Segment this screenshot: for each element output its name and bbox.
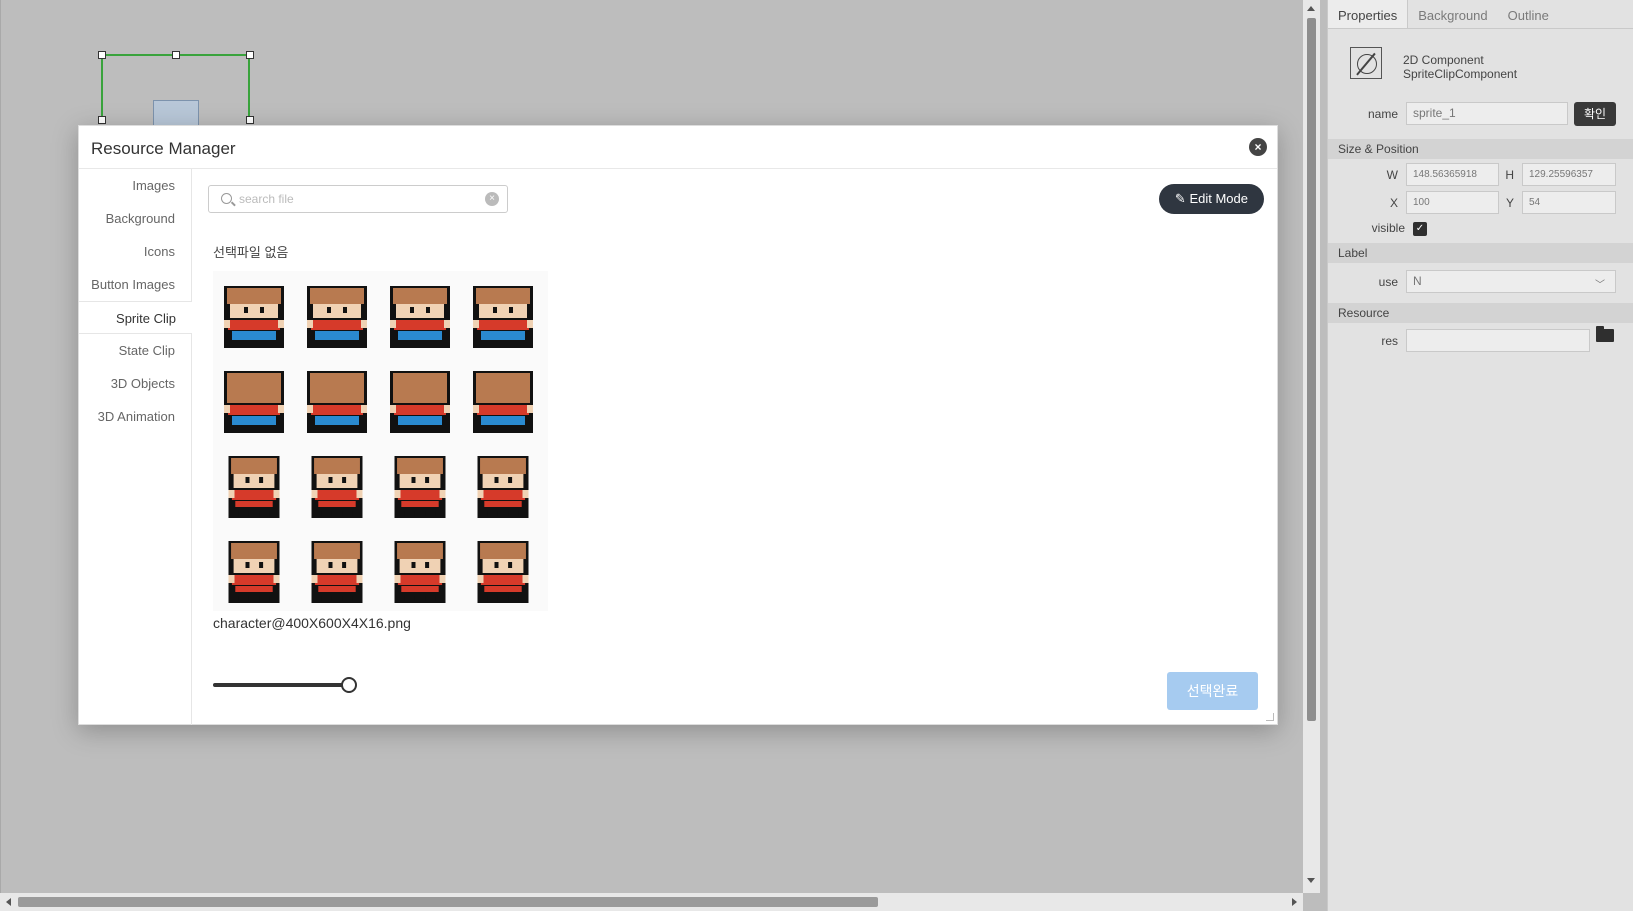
vertical-scrollbar[interactable] <box>1303 0 1320 893</box>
res-label: res <box>1381 334 1398 348</box>
section-resource: Resource <box>1328 303 1633 323</box>
category-sprite-clip[interactable]: Sprite Clip <box>79 301 192 334</box>
sprite-frame <box>394 541 446 603</box>
section-size-position: Size & Position <box>1328 139 1633 159</box>
sprite-frame <box>224 371 284 433</box>
sprite-frame <box>307 371 367 433</box>
category-button-images[interactable]: Button Images <box>79 268 191 301</box>
sprite-frame <box>311 541 363 603</box>
position-row: X 100 Y 54 <box>1328 191 1633 219</box>
height-field[interactable]: 129.25596357 <box>1522 163 1616 186</box>
select-done-button[interactable]: 선택완료 <box>1167 672 1258 710</box>
category-3d-objects[interactable]: 3D Objects <box>79 367 191 400</box>
panel-tabs: Properties Background Outline <box>1328 0 1633 29</box>
resize-handle-top[interactable] <box>172 51 180 59</box>
horizontal-scroll-thumb[interactable] <box>18 897 878 907</box>
sprite-component-icon <box>1350 47 1382 79</box>
sprite-frame <box>394 456 446 518</box>
category-icons[interactable]: Icons <box>79 235 191 268</box>
scroll-down-icon[interactable] <box>1307 878 1315 883</box>
size-row: W 148.56365918 H 129.25596357 <box>1328 163 1633 191</box>
tab-properties[interactable]: Properties <box>1328 0 1409 28</box>
resize-handle-left[interactable] <box>98 116 106 124</box>
sprite-frame <box>473 286 533 348</box>
sprite-frame <box>390 286 450 348</box>
sprite-frame <box>390 371 450 433</box>
selection-status: 선택파일 없음 <box>213 245 289 260</box>
dialog-header: Resource Manager × <box>79 126 1277 169</box>
name-label: name <box>1367 107 1398 121</box>
name-row: name sprite_1 확인 <box>1328 99 1633 139</box>
sprite-frame <box>307 286 367 348</box>
zoom-slider-knob[interactable] <box>341 677 357 693</box>
width-field[interactable]: 148.56365918 <box>1406 163 1499 186</box>
use-row: use N ﹀ <box>1328 263 1633 303</box>
pencil-icon: ✎ <box>1174 191 1186 206</box>
close-icon[interactable]: × <box>1249 138 1267 156</box>
sprite-frame <box>228 541 280 603</box>
category-background[interactable]: Background <box>79 202 191 235</box>
zoom-slider-track[interactable] <box>213 683 348 687</box>
file-name: character@400X600X4X16.png <box>213 615 411 631</box>
properties-panel: Properties Background Outline 2D Compone… <box>1327 0 1633 911</box>
visible-row: visible ✓ <box>1328 219 1633 243</box>
vertical-scroll-thumb[interactable] <box>1307 18 1316 721</box>
x-field[interactable]: 100 <box>1406 191 1499 214</box>
y-label: Y <box>1505 196 1514 210</box>
chevron-down-icon: ﹀ <box>1595 280 1605 291</box>
tab-background[interactable]: Background <box>1408 0 1497 28</box>
section-label: Label <box>1328 243 1633 263</box>
use-select-value: N <box>1413 274 1422 288</box>
use-select[interactable]: N ﹀ <box>1406 270 1616 293</box>
component-info: 2D Component SpriteClipComponent <box>1328 29 1633 99</box>
resize-handle-top-right[interactable] <box>246 51 254 59</box>
resource-browser: × ✎ Edit Mode 선택파일 없음 character@400X600X… <box>193 169 1278 725</box>
category-3d-animation[interactable]: 3D Animation <box>79 400 191 433</box>
scroll-up-icon[interactable] <box>1307 6 1315 11</box>
category-list: Images Background Icons Button Images Sp… <box>79 169 192 725</box>
sprite-sheet-thumbnail[interactable] <box>213 271 548 611</box>
search-icon <box>221 193 232 204</box>
y-field[interactable]: 54 <box>1522 191 1616 214</box>
res-row: res <box>1328 323 1633 359</box>
clear-search-icon[interactable]: × <box>485 192 499 206</box>
confirm-button[interactable]: 확인 <box>1574 102 1616 126</box>
scroll-left-icon[interactable] <box>6 898 11 906</box>
edit-mode-label: Edit Mode <box>1189 191 1248 206</box>
width-label: W <box>1386 168 1398 182</box>
search-input[interactable] <box>239 190 479 208</box>
folder-icon[interactable] <box>1596 326 1614 342</box>
resize-handle-top-left[interactable] <box>98 51 106 59</box>
component-class: SpriteClipComponent <box>1403 67 1518 81</box>
sprite-placeholder-icon <box>153 100 199 126</box>
x-label: X <box>1389 196 1398 210</box>
sprite-frame <box>477 541 529 603</box>
resource-manager-dialog: Resource Manager × Images Background Ico… <box>78 125 1278 725</box>
component-type: 2D Component <box>1403 53 1484 67</box>
resize-handle-right[interactable] <box>246 116 254 124</box>
res-field[interactable] <box>1406 329 1590 352</box>
horizontal-scrollbar[interactable] <box>0 893 1303 911</box>
scroll-right-icon[interactable] <box>1292 898 1297 906</box>
sprite-frame <box>311 456 363 518</box>
name-field[interactable]: sprite_1 <box>1406 102 1568 125</box>
tab-outline[interactable]: Outline <box>1498 0 1559 28</box>
sprite-frame <box>228 456 280 518</box>
resize-grip-icon[interactable] <box>1266 713 1274 721</box>
sprite-frame <box>473 371 533 433</box>
category-images[interactable]: Images <box>79 169 191 202</box>
category-state-clip[interactable]: State Clip <box>79 334 191 367</box>
search-box: × <box>208 185 508 213</box>
sprite-frame <box>224 286 284 348</box>
visible-checkbox[interactable]: ✓ <box>1413 222 1427 236</box>
use-label: use <box>1378 275 1398 289</box>
dialog-title: Resource Manager <box>91 139 236 158</box>
visible-label: visible <box>1371 221 1405 235</box>
sprite-frame <box>477 456 529 518</box>
height-label: H <box>1505 168 1514 182</box>
edit-mode-button[interactable]: ✎ Edit Mode <box>1158 184 1264 214</box>
